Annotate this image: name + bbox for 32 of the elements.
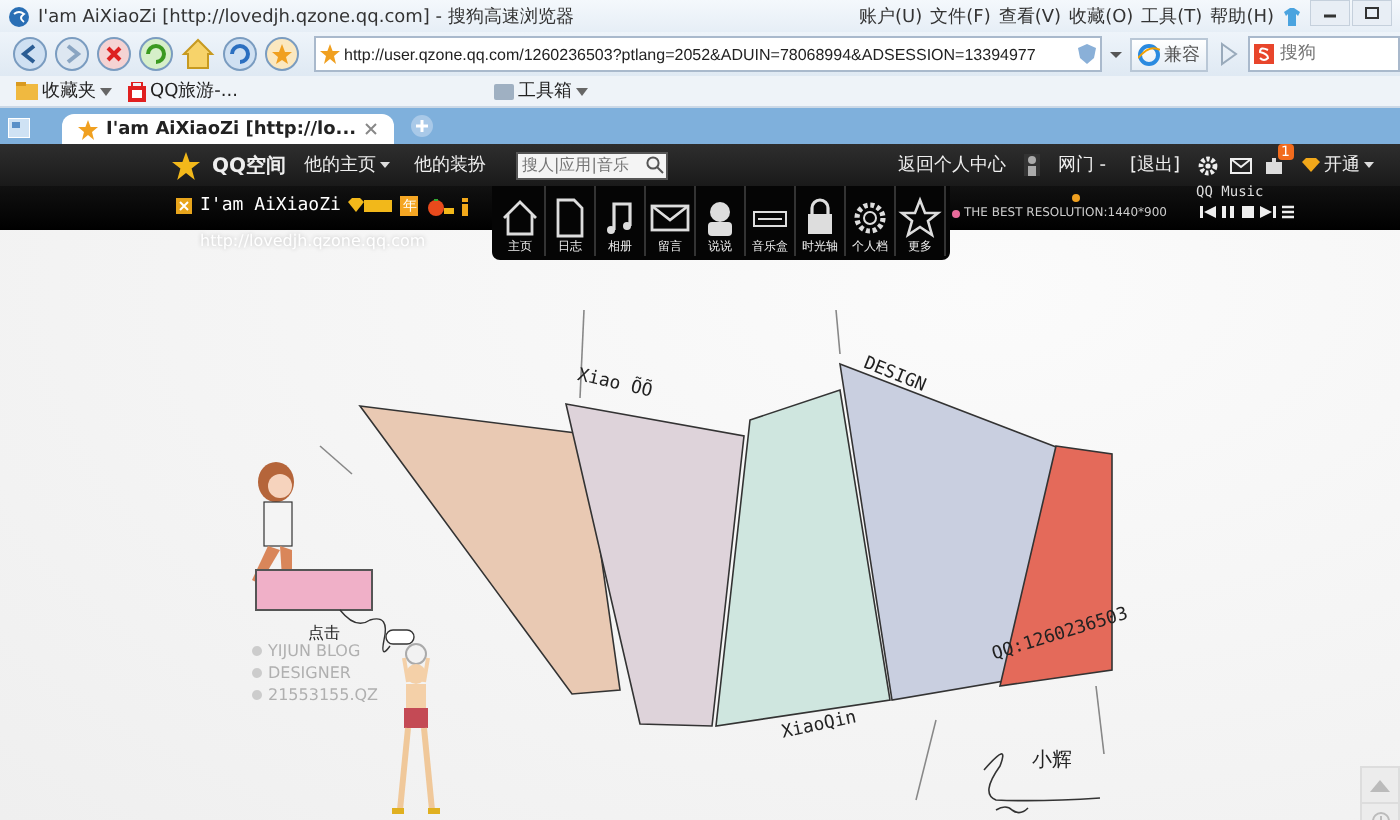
bookmark-item[interactable]: 收藏夹 xyxy=(16,78,112,104)
nav-link[interactable]: 网门 - xyxy=(1051,152,1112,178)
menu-item[interactable]: 文件(F) xyxy=(930,3,991,29)
menu-item[interactable]: 账户(U) xyxy=(859,3,923,29)
nav-link[interactable]: 返回个人中心 xyxy=(891,152,1012,178)
menu-item[interactable]: 查看(V) xyxy=(998,3,1062,29)
photo-caption: XiaoQin xyxy=(780,708,859,744)
search-field[interactable]: 搜狗 xyxy=(1248,36,1400,72)
blog-info-text: 21553155.QZ xyxy=(268,686,379,704)
search-input[interactable]: 搜狗 xyxy=(1280,44,1388,64)
browser-tab[interactable]: I'am AiXiaoZi [http://lo... xyxy=(62,114,395,144)
toolbox-button[interactable]: 工具箱 xyxy=(494,78,588,104)
nav-link[interactable]: 他的装扮 xyxy=(408,152,493,178)
nav-link[interactable]: 他的主页 xyxy=(298,152,397,178)
logo-text: QQ空间 xyxy=(212,153,287,179)
menu-item[interactable]: 帮助(H) xyxy=(1210,3,1274,29)
profile-name: I'am AiXiaoZi xyxy=(200,196,341,216)
blog-info-text: DESIGNER xyxy=(268,664,351,682)
search-field[interactable]: 搜人|应用|音乐 xyxy=(516,151,669,179)
menu-item[interactable]: 工具(T) xyxy=(1141,3,1203,29)
bookmark-item[interactable]: QQ旅游-... xyxy=(128,78,238,104)
address-field[interactable]: http://user.qzone.qq.com/1260236503?ptlang=2052&ADUIN=78068994&ADSESSION=13394977 xyxy=(314,36,1102,72)
blog-info-text: YIJUN BLOG xyxy=(268,642,361,660)
photo-caption: Xiao ÕÕ xyxy=(575,366,654,403)
address-input[interactable]: http://user.qzone.qq.com/1260236503?ptlang=2052&ADUIN=78068994&ADSESSION=13394977 xyxy=(344,45,1074,63)
logout-link[interactable]: [退出] xyxy=(1123,152,1186,178)
window-title: I'am AiXiaoZi [http://lovedjh.qzone.qq.com] - 搜狗高速浏览器 xyxy=(38,5,576,29)
compat-button[interactable]: 兼容 xyxy=(1130,37,1208,71)
click-hint[interactable]: 点击 xyxy=(308,622,340,644)
open-link[interactable]: 开通 xyxy=(1296,152,1380,178)
signature-text: 小辉 xyxy=(1032,747,1072,774)
menu-item[interactable]: 收藏(O) xyxy=(1069,3,1134,29)
